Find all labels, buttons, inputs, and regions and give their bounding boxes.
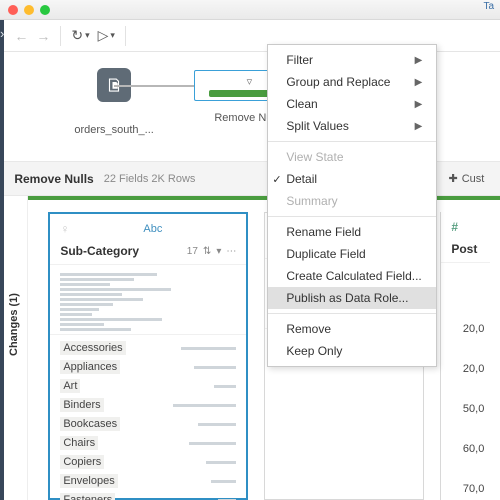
value-row[interactable]: Copiers bbox=[60, 455, 236, 469]
field-title: Sub-Category bbox=[60, 244, 139, 258]
back-button[interactable]: ← bbox=[14, 28, 28, 44]
submenu-arrow-icon: ▶ bbox=[415, 77, 423, 88]
menu-separator bbox=[268, 216, 436, 217]
field-value-list: 20,0 20,0 50,0 60,0 70,0 bbox=[441, 323, 490, 495]
submenu-arrow-icon: ▶ bbox=[415, 99, 423, 110]
menu-keep-only[interactable]: Keep Only bbox=[268, 340, 436, 362]
value-bar bbox=[206, 461, 236, 464]
field-value-list: Accessories Appliances Art Binders Bookcases… bbox=[50, 335, 246, 500]
value-label: Chairs bbox=[60, 436, 98, 450]
menu-duplicate-field[interactable]: Duplicate Field bbox=[268, 243, 436, 265]
value-bar bbox=[198, 423, 236, 426]
value-label: Binders bbox=[60, 398, 103, 412]
field-context-menu: Filter▶ Group and Replace▶ Clean▶ Split … bbox=[267, 44, 437, 367]
value-row[interactable]: Appliances bbox=[60, 360, 236, 374]
value-label: Copiers bbox=[60, 455, 104, 469]
value-row[interactable]: 60,0 bbox=[441, 443, 490, 455]
menu-detail[interactable]: Detail bbox=[268, 168, 436, 190]
more-options-button[interactable]: ⋯ bbox=[226, 246, 236, 257]
menu-rename-field[interactable]: Rename Field bbox=[268, 221, 436, 243]
window-titlebar: Ta bbox=[0, 0, 500, 20]
plus-icon: ✚ bbox=[449, 172, 458, 185]
changes-pane-tab[interactable]: Changes (1) bbox=[4, 196, 28, 500]
menu-summary: Summary bbox=[268, 190, 436, 212]
value-label: Appliances bbox=[60, 360, 120, 374]
value-bar bbox=[173, 404, 236, 407]
sort-icon[interactable]: ⇅ bbox=[203, 246, 211, 257]
value-row[interactable]: Art bbox=[60, 379, 236, 393]
value-row[interactable]: Fasteners bbox=[60, 493, 236, 500]
run-flow-button[interactable]: ▷▾ bbox=[98, 27, 115, 44]
value-bar bbox=[181, 347, 236, 350]
value-label: Bookcases bbox=[60, 417, 120, 431]
forward-button[interactable]: → bbox=[36, 28, 50, 44]
value-row[interactable]: 20,0 bbox=[441, 363, 490, 375]
value-bar bbox=[189, 442, 236, 445]
recommendations-icon[interactable]: ♀ bbox=[60, 222, 69, 236]
submenu-arrow-icon: ▶ bbox=[415, 55, 423, 66]
value-row[interactable]: Bookcases bbox=[60, 417, 236, 431]
data-type-string-icon[interactable]: Abc bbox=[143, 223, 162, 235]
menu-separator bbox=[268, 141, 436, 142]
value-bar bbox=[214, 385, 236, 388]
value-row[interactable]: 20,0 bbox=[441, 323, 490, 335]
value-label: Envelopes bbox=[60, 474, 117, 488]
changes-tab-label: Changes (1) bbox=[8, 293, 20, 356]
value-row[interactable]: Envelopes bbox=[60, 474, 236, 488]
value-row[interactable]: Binders bbox=[60, 398, 236, 412]
field-card-sub-category[interactable]: ♀ Abc Sub-Category 17 ⇅ ▾ ⋯ bbox=[48, 212, 248, 500]
menu-publish-data-role[interactable]: Publish as Data Role... bbox=[268, 287, 436, 309]
value-label: Accessories bbox=[60, 341, 125, 355]
menu-create-calculated-field[interactable]: Create Calculated Field... bbox=[268, 265, 436, 287]
value-row[interactable]: 70,0 bbox=[441, 483, 490, 495]
input-node-label: orders_south_... bbox=[74, 124, 154, 136]
custom-split-button[interactable]: ✚Cust bbox=[443, 169, 491, 188]
maximize-window-icon[interactable] bbox=[40, 5, 50, 15]
close-window-icon[interactable] bbox=[8, 5, 18, 15]
menu-split-values[interactable]: Split Values▶ bbox=[268, 115, 436, 137]
minimize-window-icon[interactable] bbox=[24, 5, 34, 15]
distinct-count: 17 bbox=[187, 246, 198, 257]
value-label: Fasteners bbox=[60, 493, 115, 500]
value-row[interactable]: Chairs bbox=[60, 436, 236, 450]
field-title: Post bbox=[451, 242, 477, 256]
field-row-meta: 22 Fields 2K Rows bbox=[104, 173, 196, 185]
value-label: Art bbox=[60, 379, 80, 393]
value-row[interactable]: 50,0 bbox=[441, 403, 490, 415]
value-bar bbox=[194, 366, 236, 369]
data-type-number-icon[interactable]: # bbox=[451, 220, 458, 234]
step-name-label: Remove Nulls bbox=[14, 172, 93, 186]
refresh-button[interactable]: ↻▾ bbox=[71, 27, 89, 44]
menu-view-state: View State bbox=[268, 146, 436, 168]
value-bar bbox=[211, 480, 236, 483]
menu-clean[interactable]: Clean▶ bbox=[268, 93, 436, 115]
flow-connector bbox=[114, 85, 194, 87]
menu-remove[interactable]: Remove bbox=[268, 318, 436, 340]
menu-group-replace[interactable]: Group and Replace▶ bbox=[268, 71, 436, 93]
field-card-postal[interactable]: # Post 20,0 20,0 50,0 60,0 70,0 bbox=[440, 212, 490, 500]
menu-filter[interactable]: Filter▶ bbox=[268, 49, 436, 71]
submenu-arrow-icon: ▶ bbox=[415, 121, 423, 132]
menu-separator bbox=[268, 313, 436, 314]
value-row[interactable]: Accessories bbox=[60, 341, 236, 355]
input-node[interactable]: orders_south_... bbox=[74, 68, 154, 136]
mini-histogram bbox=[50, 265, 246, 335]
title-right-text: Ta bbox=[483, 1, 494, 12]
dropdown-icon[interactable]: ▾ bbox=[216, 246, 221, 257]
